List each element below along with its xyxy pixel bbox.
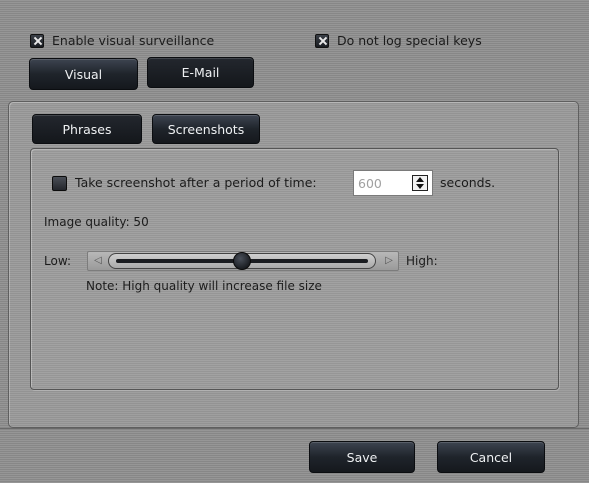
enable-visual-surveillance-label: Enable visual surveillance bbox=[52, 33, 215, 48]
save-button[interactable]: Save bbox=[309, 441, 415, 473]
slider-thumb[interactable] bbox=[233, 252, 251, 270]
tab-screenshots[interactable]: Screenshots bbox=[152, 114, 260, 144]
quality-note: Note: High quality will increase file si… bbox=[86, 279, 322, 293]
spin-up-arrow-icon[interactable] bbox=[416, 177, 424, 182]
take-screenshot-checkbox[interactable] bbox=[52, 176, 67, 191]
volume-high-icon: ▷ bbox=[385, 255, 393, 266]
up-down-arrows-icon[interactable] bbox=[412, 175, 428, 191]
slider-high-label: High: bbox=[406, 254, 438, 268]
image-quality-label: Image quality: 50 bbox=[44, 215, 149, 229]
cancel-button[interactable]: Cancel bbox=[437, 441, 545, 473]
enable-visual-surveillance-checkbox[interactable] bbox=[30, 34, 44, 48]
screenshot-period-spinner[interactable]: 600 bbox=[353, 170, 433, 196]
screenshot-period-value[interactable]: 600 bbox=[358, 176, 382, 191]
volume-low-icon: ◁ bbox=[94, 255, 102, 266]
tab-email[interactable]: E-Mail bbox=[147, 57, 254, 88]
do-not-log-special-keys-checkbox[interactable] bbox=[315, 34, 329, 48]
slider-low-label: Low: bbox=[44, 254, 72, 268]
period-unit-label: seconds. bbox=[440, 175, 496, 190]
do-not-log-special-keys-label: Do not log special keys bbox=[337, 33, 482, 48]
tab-visual[interactable]: Visual bbox=[29, 58, 138, 90]
tab-phrases[interactable]: Phrases bbox=[32, 114, 142, 144]
spin-down-arrow-icon[interactable] bbox=[416, 184, 424, 189]
footer-separator bbox=[0, 428, 589, 429]
take-screenshot-label: Take screenshot after a period of time: bbox=[75, 175, 317, 190]
